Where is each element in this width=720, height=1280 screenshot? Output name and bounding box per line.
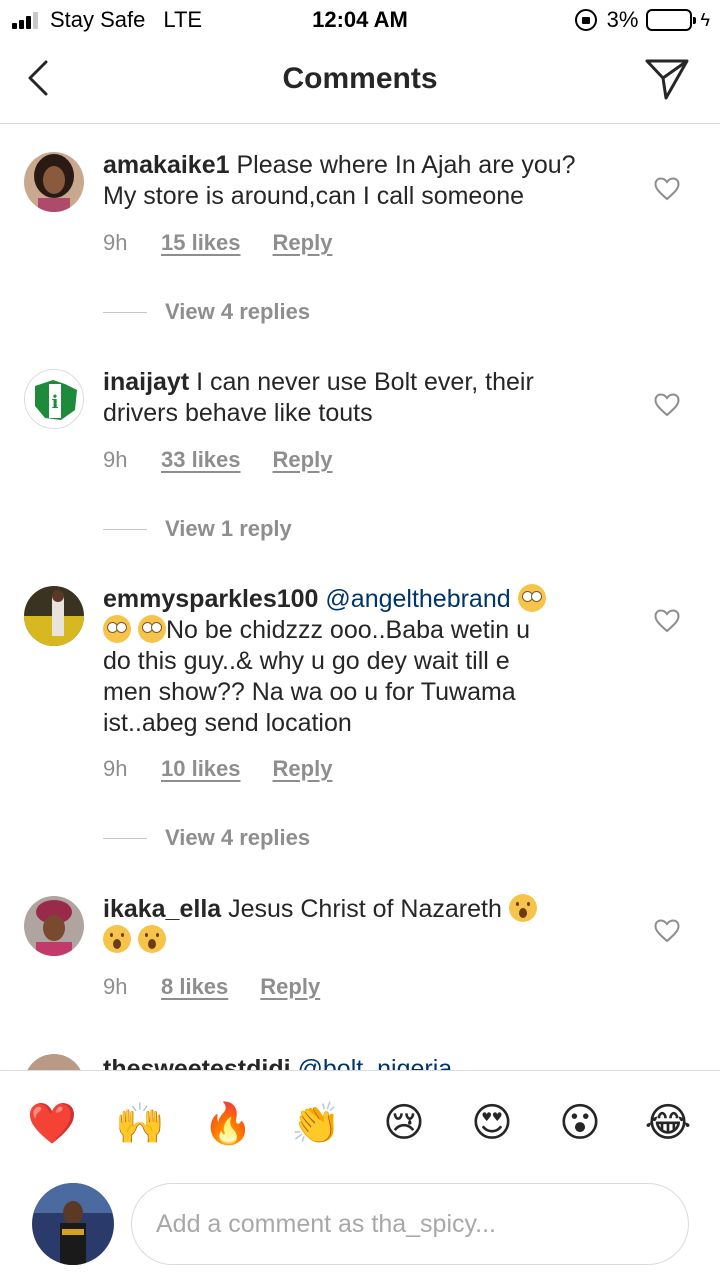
like-heart-icon[interactable]: [654, 177, 680, 201]
like-heart-icon[interactable]: [654, 609, 680, 633]
hushed-face-emoji-button[interactable]: 😮: [556, 1099, 604, 1147]
comment-text: emmysparkles100 @angelthebrand No be chi…: [103, 584, 613, 739]
avatar[interactable]: [24, 586, 84, 646]
comment-meta: 9h 15 likes Reply: [103, 230, 364, 256]
hushed-face-icon: [508, 894, 537, 922]
avatar[interactable]: [24, 896, 84, 956]
comment-username[interactable]: ikaka_ella: [103, 895, 221, 923]
face-with-rolling-eyes-icon: [103, 615, 131, 643]
replies-divider: [103, 528, 147, 530]
battery-percent: 3%: [606, 7, 639, 32]
comment-text: ikaka_ella Jesus Christ of Nazareth: [103, 894, 613, 956]
current-user-avatar: [32, 1183, 114, 1265]
view-replies-button[interactable]: View 1 reply: [103, 516, 292, 542]
comment-username[interactable]: inaijayt: [103, 368, 189, 396]
face-with-rolling-eyes-icon: [137, 615, 166, 643]
svg-text:i: i: [52, 392, 59, 413]
tears-of-joy-emoji-button[interactable]: 😂: [644, 1099, 692, 1147]
comment-input[interactable]: [131, 1183, 689, 1265]
avatar[interactable]: i: [24, 369, 84, 429]
fire-emoji-button[interactable]: 🔥: [203, 1099, 253, 1147]
comment-meta: 9h 33 likes Reply: [103, 447, 364, 473]
quick-reactions: ❤️ 🙌 🔥 👏 😢 😍 😮 😂: [27, 1099, 692, 1147]
view-replies-button[interactable]: View 4 replies: [103, 299, 310, 325]
comment-text: amakaike1 Please where In Ajah are you? …: [103, 151, 576, 210]
rotation-lock-icon: [574, 9, 597, 31]
comment-username[interactable]: amakaike1: [103, 151, 230, 179]
comment-meta: 9h 10 likes Reply: [103, 756, 364, 782]
red-heart-emoji-button[interactable]: ❤️: [27, 1099, 77, 1147]
comment-time: 9h: [103, 974, 128, 999]
comment-username[interactable]: emmysparkles100: [103, 585, 318, 613]
replies-divider: [103, 311, 147, 313]
like-heart-icon[interactable]: [654, 919, 680, 943]
comment-likes-link[interactable]: 8 likes: [161, 974, 228, 1000]
reply-button[interactable]: Reply: [273, 447, 333, 473]
comment-meta: 9h 8 likes Reply: [103, 974, 352, 1000]
hushed-face-icon: [137, 925, 166, 953]
raising-hands-emoji-button[interactable]: 🙌: [115, 1099, 165, 1147]
hushed-face-icon: [103, 925, 131, 953]
comment-likes-link[interactable]: 15 likes: [161, 230, 241, 256]
status-bar: Stay Safe LTE 12:04 AM 3% ϟ: [0, 0, 720, 40]
comment-time: 9h: [103, 756, 128, 781]
comment-composer-bar: ❤️ 🙌 🔥 👏 😢 😍 😮 😂: [0, 1070, 720, 1280]
reply-button[interactable]: Reply: [273, 756, 333, 782]
like-heart-icon[interactable]: [654, 393, 680, 417]
comment-item-partial: thesweetestdidi @bolt_nigeria: [0, 1050, 720, 1072]
comment-likes-link[interactable]: 33 likes: [161, 447, 241, 473]
battery-icon: [646, 9, 697, 31]
page-title: Comments: [282, 62, 438, 95]
heart-eyes-emoji-button[interactable]: 😍: [468, 1099, 516, 1147]
avatar[interactable]: [24, 152, 84, 212]
comment-likes-link[interactable]: 10 likes: [161, 756, 241, 782]
comment-mention[interactable]: @angelthebrand: [325, 585, 510, 613]
view-replies-button[interactable]: View 4 replies: [103, 825, 310, 851]
face-with-rolling-eyes-icon: [517, 584, 546, 612]
comment-time: 9h: [103, 447, 128, 472]
reply-button[interactable]: Reply: [260, 974, 320, 1000]
comment-text: inaijayt I can never use Bolt ever, thei…: [103, 368, 534, 427]
crying-face-emoji-button[interactable]: 😢: [380, 1099, 428, 1147]
clapping-hands-emoji-button[interactable]: 👏: [291, 1099, 341, 1147]
direct-message-icon[interactable]: [644, 56, 690, 102]
reply-button[interactable]: Reply: [273, 230, 333, 256]
comment-time: 9h: [103, 230, 128, 255]
comments-header: Comments: [0, 40, 720, 124]
charging-icon: ϟ: [700, 9, 710, 30]
replies-divider: [103, 837, 147, 839]
